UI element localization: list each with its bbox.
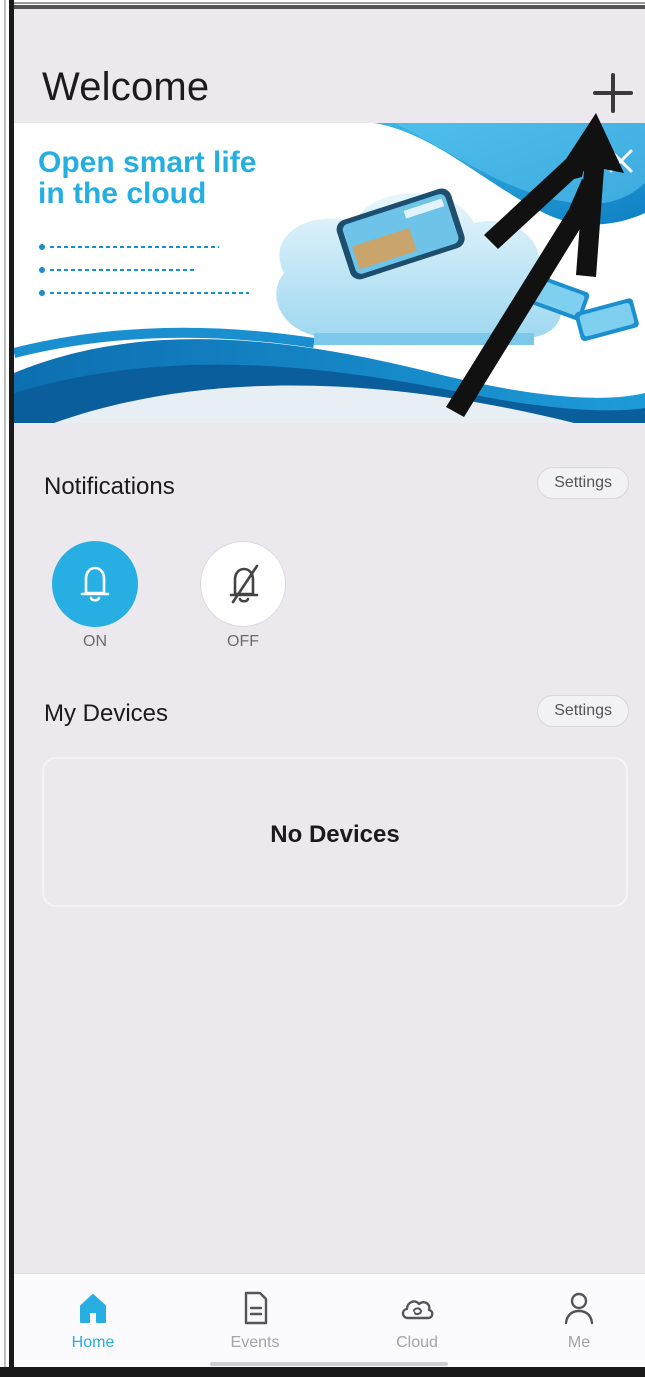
tab-cloud[interactable]: Cloud — [362, 1282, 472, 1362]
tab-me[interactable]: Me — [524, 1282, 634, 1362]
app-screen: Welcome Open smart life in the cloud Not… — [14, 9, 645, 1367]
tab-me-label: Me — [567, 1334, 591, 1351]
document-icon — [244, 1291, 268, 1325]
notifications-off-button[interactable] — [200, 541, 286, 627]
banner-close-button[interactable] — [605, 145, 637, 177]
frame-border-top — [0, 0, 645, 9]
cloud-icon — [401, 1300, 434, 1320]
tab-home[interactable]: Home — [38, 1282, 148, 1362]
page-title: Welcome — [42, 65, 210, 109]
promo-banner[interactable]: Open smart life in the cloud — [14, 123, 645, 423]
devices-title: My Devices — [44, 700, 169, 727]
main-content: Notifications Settings ON OFF My Devices… — [14, 423, 645, 1273]
add-button[interactable] — [591, 71, 635, 115]
bell-icon — [80, 566, 110, 602]
notifications-on-button[interactable] — [52, 541, 138, 627]
devices-settings-button[interactable]: Settings — [537, 695, 629, 727]
plus-icon — [593, 73, 633, 113]
notifications-off-label: OFF — [227, 633, 259, 650]
close-icon — [609, 149, 633, 173]
tab-cloud-label: Cloud — [396, 1334, 438, 1351]
no-devices-text: No Devices — [270, 821, 400, 848]
screenshot-frame: Welcome Open smart life in the cloud Not… — [0, 0, 645, 1377]
banner-headline: Open smart life in the cloud — [38, 146, 257, 210]
person-icon — [564, 1292, 594, 1325]
home-indicator — [210, 1362, 448, 1366]
devices-card: No Devices — [42, 757, 628, 907]
tab-home-label: Home — [71, 1334, 115, 1351]
frame-border-bottom — [0, 1367, 645, 1377]
tab-bar: Home Events Cloud Me — [14, 1273, 645, 1367]
bell-off-icon — [229, 564, 259, 604]
frame-border-left — [0, 0, 14, 1377]
notifications-on-label: ON — [83, 633, 107, 650]
notifications-settings-button[interactable]: Settings — [537, 467, 629, 499]
header: Welcome — [14, 9, 645, 123]
notifications-title: Notifications — [44, 473, 175, 500]
home-icon — [80, 1294, 106, 1323]
tab-events[interactable]: Events — [200, 1282, 310, 1362]
tab-events-label: Events — [230, 1334, 280, 1351]
